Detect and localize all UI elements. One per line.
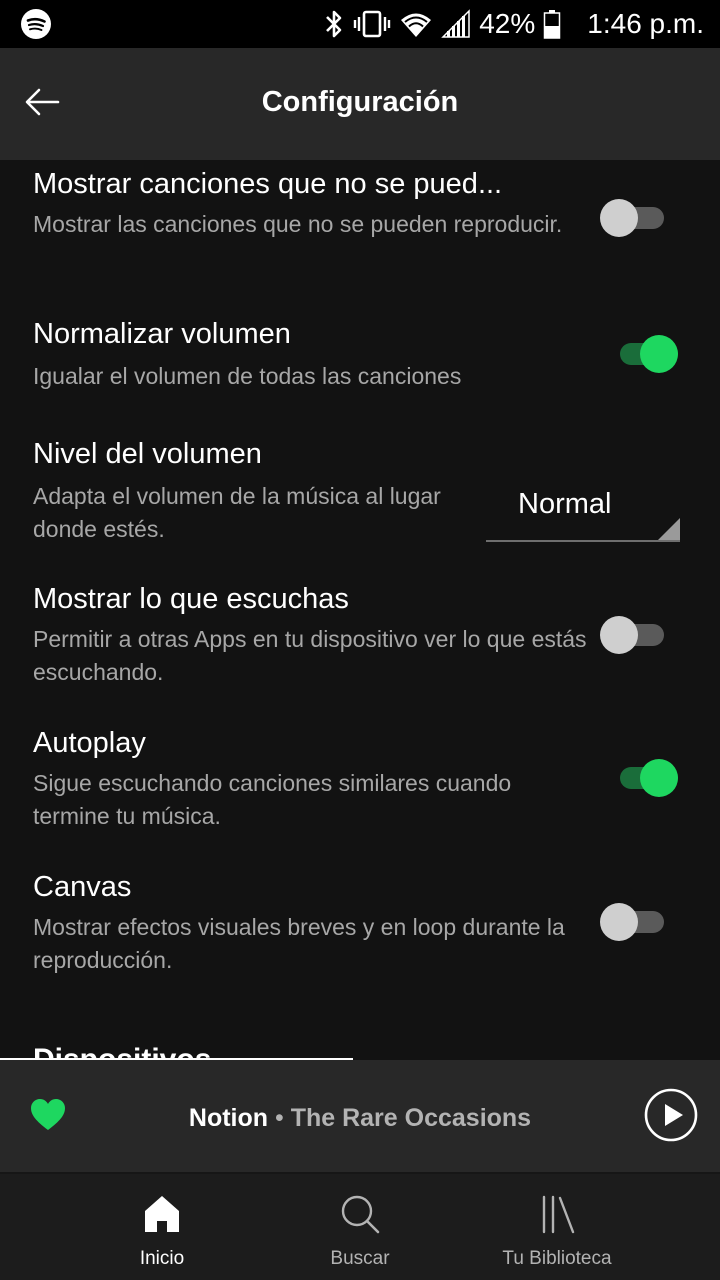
setting-show-unplayable: Mostrar canciones que no se pued... Most… xyxy=(0,160,720,290)
dropdown-underline xyxy=(486,540,680,542)
setting-description: Adapta el volumen de la música al lugar … xyxy=(33,483,441,542)
battery-percentage: 42% xyxy=(479,8,536,39)
status-bar: 42% 1:46 p.m. xyxy=(0,0,720,48)
dropdown-selected-value: Normal xyxy=(518,488,612,520)
track-title: Notion xyxy=(188,1104,269,1132)
play-button[interactable] xyxy=(644,1088,698,1142)
volume-level-dropdown[interactable]: Normal xyxy=(486,488,680,542)
canvas-toggle[interactable] xyxy=(600,901,666,941)
setting-title: Mostrar canciones que no se pued... xyxy=(33,168,503,200)
signal-icon xyxy=(441,9,470,38)
setting-description: Mostrar efectos visuales breves y en loo… xyxy=(33,914,565,973)
home-icon xyxy=(145,1196,179,1232)
autoplay-toggle[interactable] xyxy=(614,757,680,797)
nav-label: Buscar xyxy=(330,1248,390,1269)
setting-canvas: Canvas Mostrar efectos visuales breves y… xyxy=(0,863,720,993)
now-playing-bar[interactable]: Notion • The Rare Occasions xyxy=(0,1058,720,1172)
nav-item-home[interactable]: Inicio xyxy=(52,1174,272,1280)
page-title: Configuración xyxy=(261,86,459,118)
setting-title: Mostrar lo que escuchas xyxy=(33,583,349,615)
library-icon xyxy=(542,1195,575,1234)
setting-title: Normalizar volumen xyxy=(33,318,291,350)
show-listening-toggle[interactable] xyxy=(600,614,666,654)
status-time: 1:46 p.m. xyxy=(587,8,704,39)
top-app-bar: Configuración xyxy=(0,48,720,160)
setting-autoplay: Autoplay Sigue escuchando canciones simi… xyxy=(0,719,720,849)
setting-title: Canvas xyxy=(33,871,132,903)
show-unplayable-toggle[interactable] xyxy=(600,197,666,237)
toggle-thumb xyxy=(640,335,678,373)
setting-description: Sigue escuchando canciones similares cua… xyxy=(33,770,512,829)
now-playing-track: Notion • The Rare Occasions xyxy=(0,1104,720,1133)
setting-show-listening: Mostrar lo que escuchas Permitir a otras… xyxy=(0,575,720,705)
setting-normalize-volume: Normalizar volumen Igualar el volumen de… xyxy=(0,310,720,420)
battery-icon xyxy=(544,10,561,39)
vibrate-icon xyxy=(354,10,391,38)
track-separator: • xyxy=(274,1104,284,1132)
bottom-navigation: Inicio Buscar Tu Biblioteca xyxy=(0,1172,720,1280)
setting-description: Permitir a otras Apps en tu dispositivo … xyxy=(33,626,587,685)
normalize-volume-toggle[interactable] xyxy=(614,333,680,373)
nav-label: Tu Biblioteca xyxy=(502,1248,612,1269)
nav-item-search[interactable]: Buscar xyxy=(250,1174,470,1280)
setting-description: Igualar el volumen de todas las cancione… xyxy=(33,363,462,389)
setting-description: Mostrar las canciones que no se pueden r… xyxy=(33,211,563,237)
toggle-thumb xyxy=(600,616,638,654)
setting-title: Autoplay xyxy=(33,727,146,759)
toggle-thumb xyxy=(600,903,638,941)
nav-label: Inicio xyxy=(139,1248,185,1269)
bluetooth-icon xyxy=(326,10,342,38)
toggle-thumb xyxy=(600,199,638,237)
toggle-thumb xyxy=(640,759,678,797)
dropdown-arrow-icon xyxy=(658,518,680,540)
setting-title: Nivel del volumen xyxy=(33,438,262,470)
track-artist: The Rare Occasions xyxy=(290,1104,532,1132)
playback-progress xyxy=(0,1058,353,1060)
spotify-icon xyxy=(21,9,51,39)
nav-item-library[interactable]: Tu Biblioteca xyxy=(447,1174,667,1280)
section-heading-devices: Dispositivos xyxy=(33,1043,212,1060)
search-icon xyxy=(341,1195,380,1234)
wifi-icon xyxy=(401,13,432,37)
